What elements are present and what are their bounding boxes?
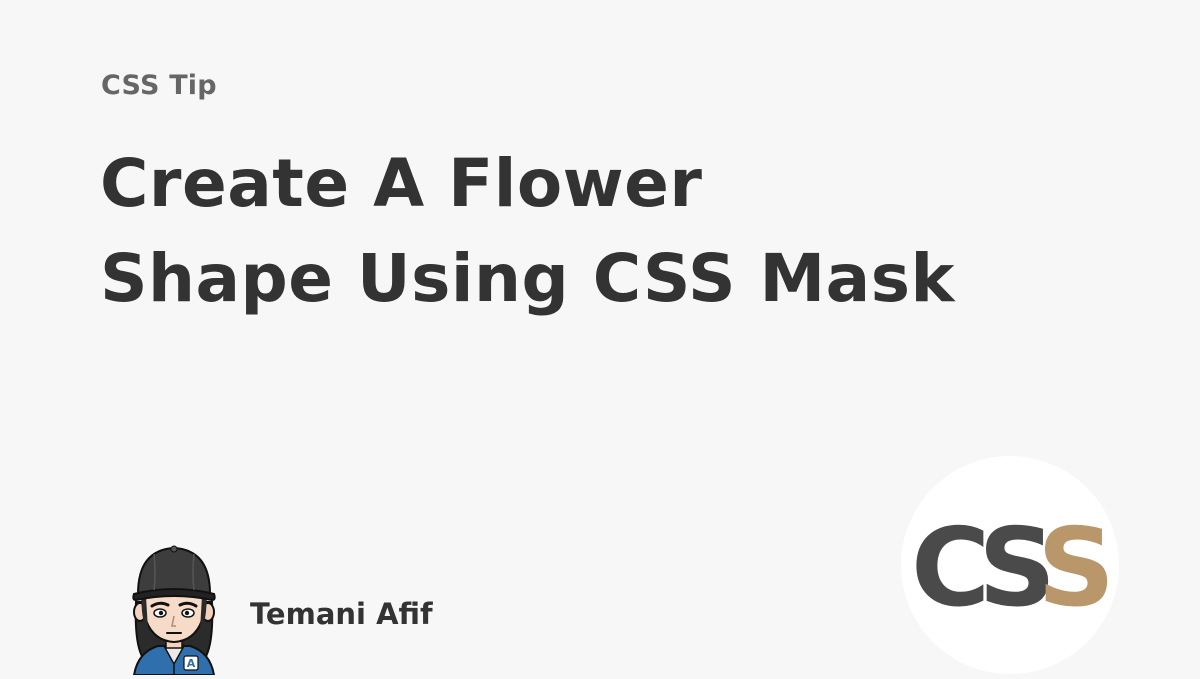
css-logo-text: CSS bbox=[911, 506, 1107, 631]
page-title-line-2: Shape Using CSS Mask bbox=[100, 240, 955, 317]
css-logo: CSS bbox=[901, 456, 1119, 674]
category-label: CSS Tip bbox=[101, 70, 217, 101]
author-name: Temani Afif bbox=[250, 597, 433, 631]
author-avatar: A bbox=[124, 540, 224, 676]
page-title: Create A Flower Shape Using CSS Mask bbox=[100, 136, 1140, 326]
avatar-badge-letter: A bbox=[187, 657, 196, 670]
page-title-line-1: Create A Flower bbox=[100, 145, 703, 222]
